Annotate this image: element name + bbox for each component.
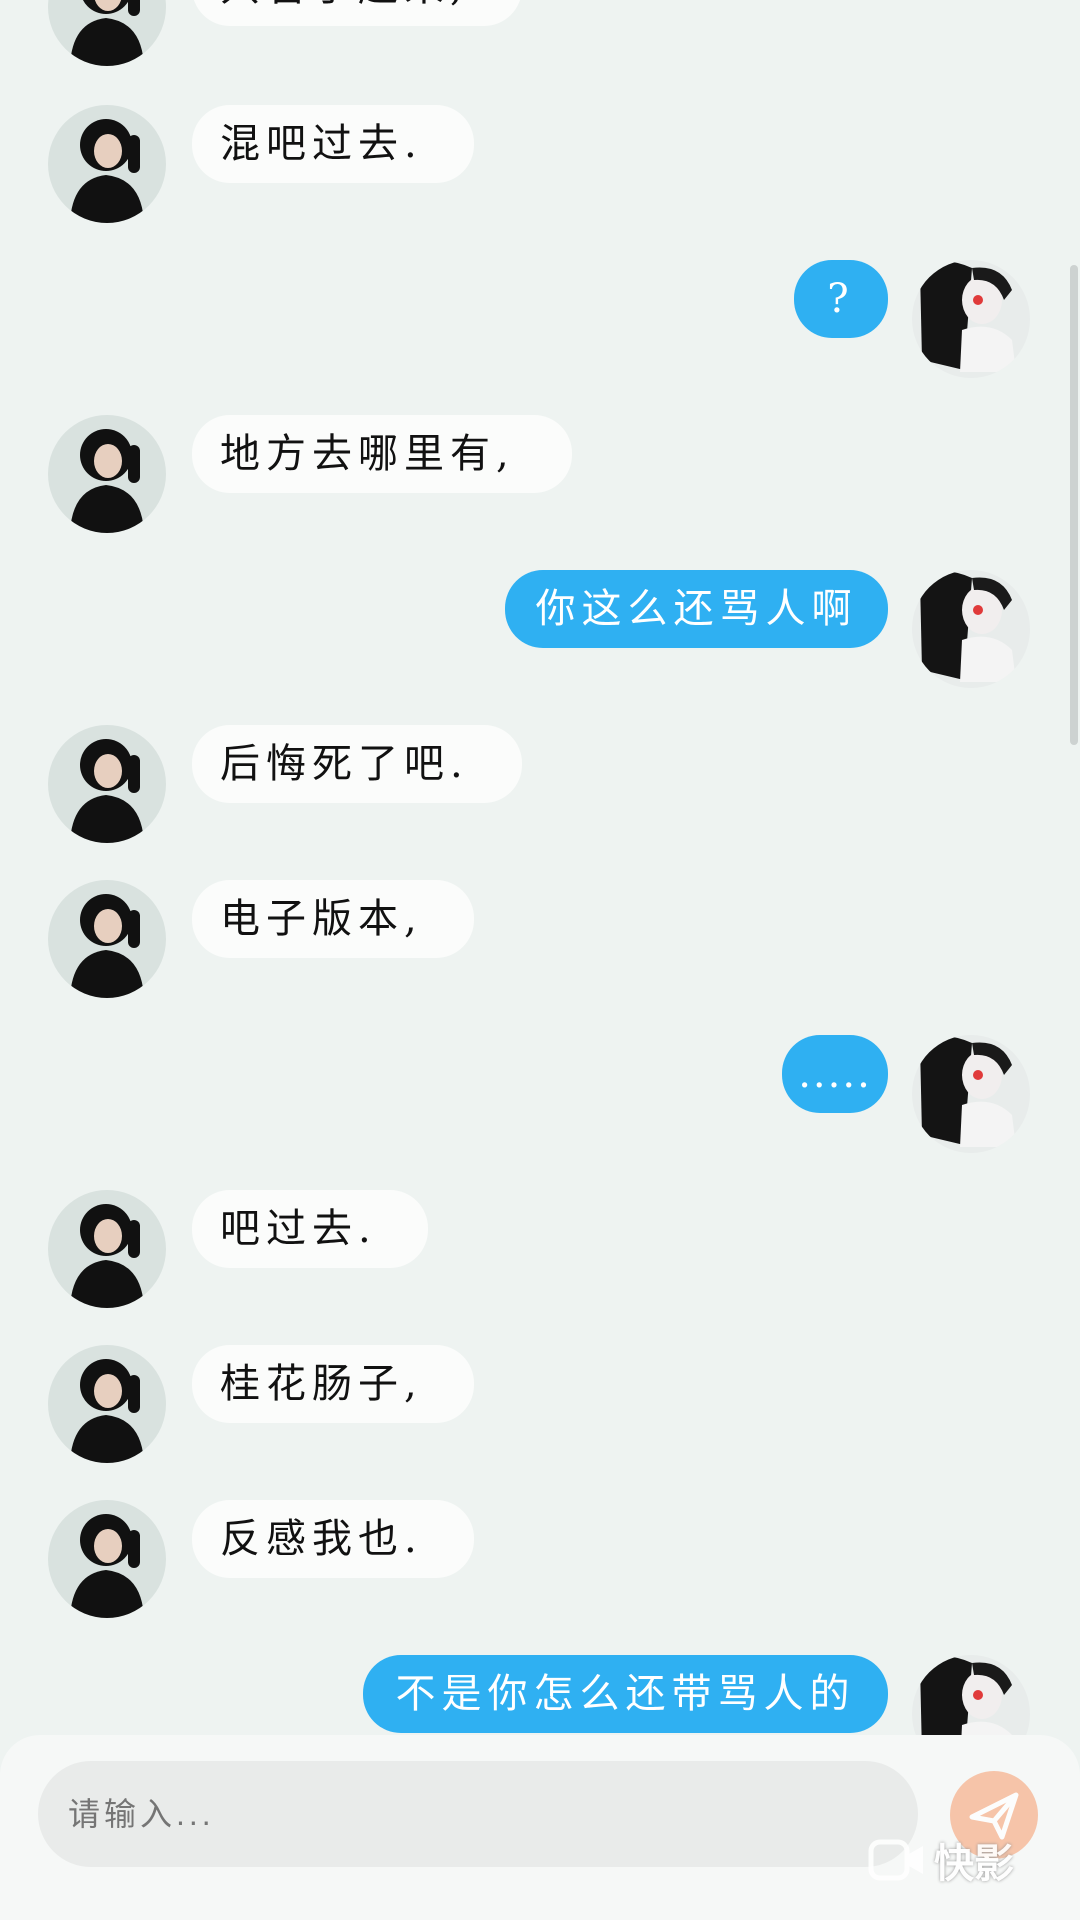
contact-avatar-image — [70, 1359, 144, 1463]
watermark: 快影 — [868, 1830, 1014, 1890]
message-row: 电子版本, — [0, 880, 1080, 1010]
contact-avatar-image — [70, 894, 144, 998]
message-bubble: ..... — [782, 1035, 888, 1113]
input-bar — [0, 1735, 1080, 1920]
contact-avatar[interactable] — [48, 415, 166, 533]
message-row: 桂花肠子, — [0, 1345, 1080, 1475]
contact-avatar-image — [70, 429, 144, 533]
message-row: 混吧过去. — [0, 105, 1080, 235]
contact-avatar-image — [70, 119, 144, 223]
contact-avatar[interactable] — [48, 880, 166, 998]
contact-avatar-image — [70, 739, 144, 843]
message-bubble: 吧过去. — [192, 1190, 428, 1268]
message-row: 只管了起来, — [0, 0, 1080, 78]
contact-avatar[interactable] — [48, 0, 166, 66]
scrollbar[interactable] — [1070, 265, 1078, 745]
user-avatar-image — [920, 571, 1016, 682]
contact-avatar[interactable] — [48, 725, 166, 843]
message-bubble: 桂花肠子, — [192, 1345, 474, 1423]
message-row: 不是你怎么还带骂人的 — [0, 1655, 1080, 1735]
message-bubble: 地方去哪里有, — [192, 415, 572, 493]
message-row: 后悔死了吧. — [0, 725, 1080, 855]
contact-avatar-image — [70, 1204, 144, 1308]
message-row: 你这么还骂人啊 — [0, 570, 1080, 700]
chat-area[interactable]: 只管了起来, 混吧过去. ? 地方去哪里有, 你这么还骂人啊 后悔死了吧. 电子… — [0, 0, 1080, 1735]
message-input[interactable] — [38, 1761, 918, 1867]
user-avatar-image — [920, 1036, 1016, 1147]
message-bubble: 电子版本, — [192, 880, 474, 958]
message-bubble: 反感我也. — [192, 1500, 474, 1578]
contact-avatar[interactable] — [48, 105, 166, 223]
message-row: 吧过去. — [0, 1190, 1080, 1320]
contact-avatar[interactable] — [48, 1345, 166, 1463]
user-avatar-image — [920, 1656, 1012, 1735]
message-row: 反感我也. — [0, 1500, 1080, 1630]
contact-avatar-image — [70, 1514, 144, 1618]
message-bubble: 只管了起来, — [192, 0, 522, 26]
contact-avatar-image — [70, 0, 144, 66]
watermark-text: 快影 — [934, 1841, 1014, 1887]
contact-avatar[interactable] — [48, 1190, 166, 1308]
user-avatar[interactable] — [912, 570, 1030, 688]
kuaiying-logo-icon — [868, 1839, 923, 1881]
user-avatar[interactable] — [912, 1035, 1030, 1153]
message-row: 地方去哪里有, — [0, 415, 1080, 545]
message-bubble: ? — [794, 260, 888, 338]
message-row: ? — [0, 260, 1080, 390]
message-bubble: 你这么还骂人啊 — [505, 570, 888, 648]
message-bubble: 混吧过去. — [192, 105, 474, 183]
message-row: ..... — [0, 1035, 1080, 1165]
contact-avatar[interactable] — [48, 1500, 166, 1618]
message-bubble: 后悔死了吧. — [192, 725, 522, 803]
user-avatar[interactable] — [912, 1655, 1030, 1735]
message-bubble: 不是你怎么还带骂人的 — [363, 1655, 888, 1733]
user-avatar-image — [920, 261, 1016, 372]
user-avatar[interactable] — [912, 260, 1030, 378]
